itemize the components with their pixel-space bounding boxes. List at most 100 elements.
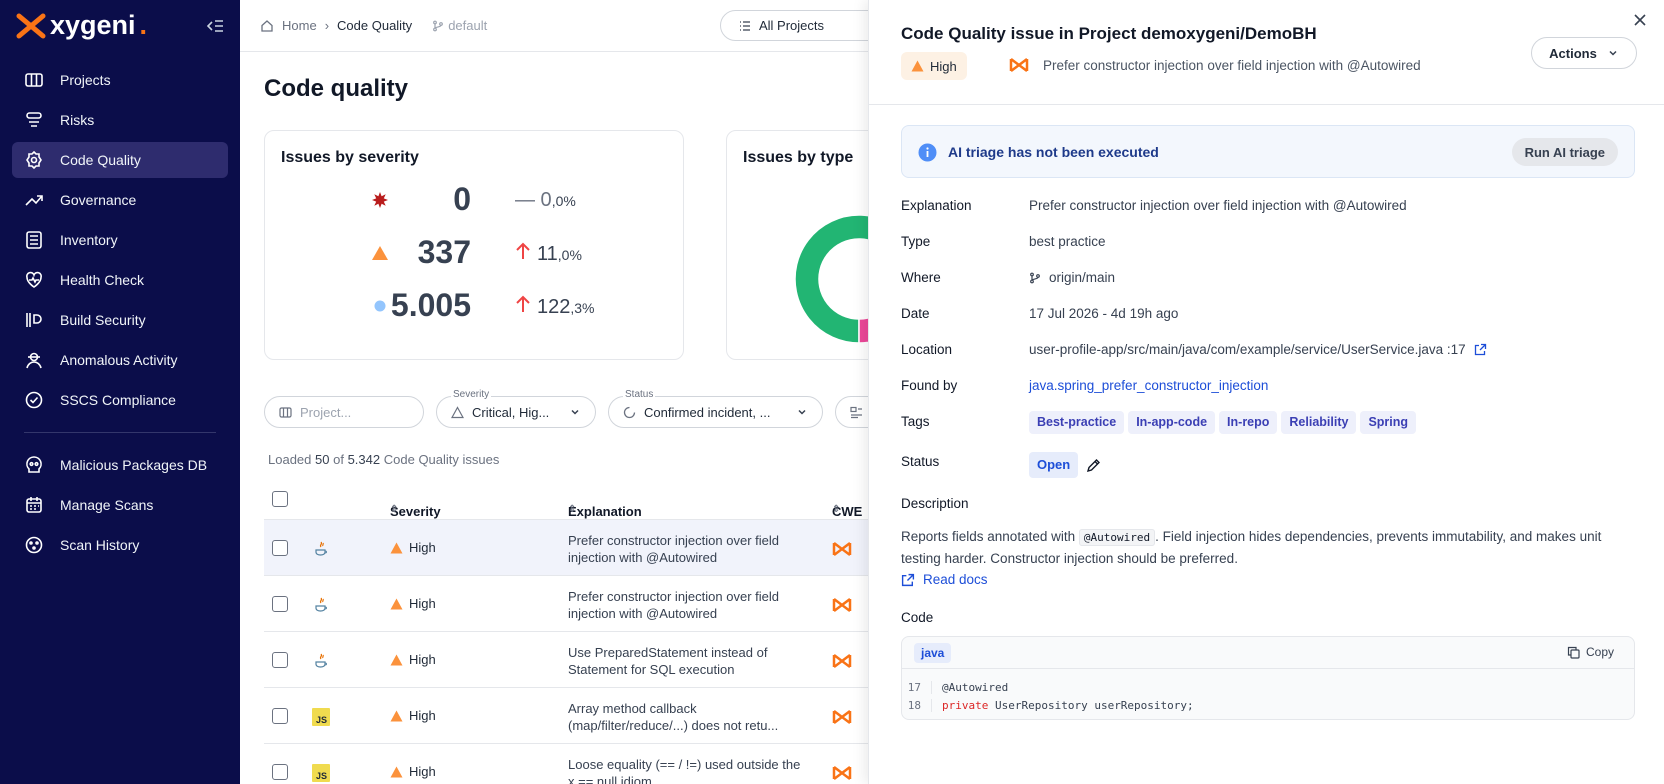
read-docs-link[interactable]: Read docs bbox=[901, 572, 988, 587]
severity-trend: — 0,0% bbox=[515, 189, 576, 212]
found-by-text: java.spring_prefer_constructor_injection bbox=[1029, 378, 1269, 393]
location-label: Location bbox=[901, 342, 953, 357]
collapse-sidebar-icon[interactable] bbox=[205, 16, 225, 36]
table-row[interactable]: High Prefer constructor injection over fi… bbox=[264, 576, 868, 632]
code-snippet: java Copy 17 @Autowired 18 private UserRep… bbox=[901, 636, 1635, 720]
sidebar-item-risks[interactable]: Risks bbox=[12, 102, 228, 138]
brand-dot: . bbox=[139, 10, 148, 40]
calendar-icon bbox=[26, 497, 42, 513]
sidebar-item-label: Build Security bbox=[60, 312, 146, 328]
more-filters-button[interactable] bbox=[835, 396, 868, 428]
trend-decimal: ,0% bbox=[551, 193, 576, 209]
severity-text: High bbox=[409, 764, 436, 779]
status-filter-select[interactable]: Status Confirmed incident, ... bbox=[608, 389, 823, 428]
skull-icon bbox=[26, 456, 42, 473]
tag[interactable]: In-app-code bbox=[1128, 411, 1216, 434]
panel-subtitle: Prefer constructor injection over field … bbox=[1009, 57, 1421, 73]
edit-pencil-icon[interactable] bbox=[1086, 458, 1101, 473]
high-severity-icon bbox=[911, 60, 924, 72]
donut-slice[interactable] bbox=[794, 214, 868, 344]
tags-label: Tags bbox=[901, 414, 930, 429]
sidebar-item-governance[interactable]: Governance bbox=[12, 182, 228, 218]
row-checkbox[interactable] bbox=[272, 708, 288, 724]
sidebar-item-code-quality[interactable]: Code Quality bbox=[12, 142, 228, 178]
svg-text:JS: JS bbox=[316, 771, 327, 781]
loaded-prefix: Loaded bbox=[268, 452, 312, 467]
filter-icon bbox=[850, 406, 862, 418]
sidebar-item-health-check[interactable]: Health Check bbox=[12, 262, 228, 298]
critical-severity-icon bbox=[372, 192, 388, 208]
brand-logo[interactable]: xygeni. bbox=[16, 10, 147, 41]
high-severity-icon bbox=[390, 598, 403, 609]
trend-value: 11 bbox=[537, 243, 558, 265]
actions-button[interactable]: Actions bbox=[1531, 37, 1637, 69]
table-row[interactable]: High Use PreparedStatement instead of Sta… bbox=[264, 632, 868, 688]
row-checkbox[interactable] bbox=[272, 540, 288, 556]
sidebar-item-build-security[interactable]: Build Security bbox=[12, 302, 228, 338]
xygeni-detector-icon bbox=[832, 654, 852, 668]
row-checkbox[interactable] bbox=[272, 596, 288, 612]
row-checkbox[interactable] bbox=[272, 652, 288, 668]
copy-button[interactable]: Copy bbox=[1567, 645, 1614, 659]
sidebar-item-label: Projects bbox=[60, 72, 111, 88]
trend-up-icon bbox=[25, 195, 43, 206]
xygeni-detector-icon bbox=[832, 542, 852, 556]
ai-triage-message: AI triage has not been executed bbox=[948, 144, 1159, 160]
severity-cell: High bbox=[390, 708, 436, 723]
read-docs-label: Read docs bbox=[923, 572, 988, 587]
severity-filter-select[interactable]: Severity Critical, Hig... bbox=[436, 389, 596, 428]
check-circle-icon bbox=[25, 391, 43, 409]
select-all-checkbox[interactable] bbox=[272, 491, 288, 507]
project-filter-input[interactable]: Project... bbox=[264, 396, 424, 428]
tags-list: Best-practice In-app-code In-repo Reliab… bbox=[1029, 411, 1420, 434]
build-icon bbox=[26, 313, 42, 327]
javascript-icon: JS bbox=[312, 708, 330, 726]
severity-cell: High bbox=[390, 540, 436, 555]
tag[interactable]: Reliability bbox=[1281, 411, 1357, 434]
sidebar-item-sscs-compliance[interactable]: SSCS Compliance bbox=[12, 382, 228, 418]
sidebar-item-manage-scans[interactable]: Manage Scans bbox=[12, 487, 228, 523]
tag[interactable]: Best-practice bbox=[1029, 411, 1125, 434]
table-row[interactable]: High Prefer constructor injection over fi… bbox=[264, 520, 868, 576]
severity-text: High bbox=[409, 540, 436, 555]
sidebar-item-malicious-packages-db[interactable]: Malicious Packages DB bbox=[12, 447, 228, 483]
table-row[interactable]: JS High Loose equality (== / !=) used outs… bbox=[264, 744, 868, 784]
panel-divider bbox=[869, 104, 1664, 105]
loaded-of: of bbox=[333, 452, 344, 467]
issues-by-type-card: Issues by type bbox=[726, 130, 868, 360]
trend-value: 122 bbox=[537, 296, 571, 318]
svg-text:JS: JS bbox=[316, 715, 327, 725]
run-ai-triage-button[interactable]: Run AI triage bbox=[1511, 138, 1618, 166]
tag[interactable]: In-repo bbox=[1219, 411, 1278, 434]
arrow-up-icon bbox=[516, 242, 530, 259]
severity-row-critical: 0 — 0,0% bbox=[265, 181, 685, 221]
severity-row-low: 5.005 122,3% bbox=[265, 287, 685, 327]
donut-slice[interactable] bbox=[858, 314, 868, 344]
external-link-icon[interactable] bbox=[1474, 343, 1487, 356]
high-severity-icon bbox=[390, 766, 403, 777]
type-label: Type bbox=[901, 234, 931, 249]
sidebar-item-inventory[interactable]: Inventory bbox=[12, 222, 228, 258]
project-filter-placeholder: Project... bbox=[300, 404, 352, 420]
status-label: Status bbox=[901, 454, 940, 469]
explanation-label: Explanation bbox=[901, 198, 972, 213]
code-line: 17 @Autowired bbox=[902, 681, 1008, 694]
close-icon[interactable] bbox=[1632, 12, 1648, 28]
status-badge: Open bbox=[1029, 452, 1079, 478]
row-checkbox[interactable] bbox=[272, 764, 288, 780]
branch-indicator[interactable]: default bbox=[432, 18, 487, 33]
project-selector[interactable]: All Projects bbox=[720, 10, 868, 41]
code-language: java bbox=[914, 643, 952, 663]
breadcrumb-home[interactable]: Home bbox=[282, 18, 317, 33]
severity-filter-label: Severity bbox=[451, 389, 492, 400]
chevron-down-icon bbox=[571, 409, 579, 415]
java-icon bbox=[315, 653, 327, 668]
sidebar-item-scan-history[interactable]: Scan History bbox=[12, 527, 228, 563]
tag[interactable]: Spring bbox=[1360, 411, 1417, 434]
sidebar-item-label: Code Quality bbox=[60, 152, 141, 168]
sidebar-item-anomalous-activity[interactable]: Anomalous Activity bbox=[12, 342, 228, 378]
table-row[interactable]: JS High Array method callback (map/filter/… bbox=[264, 688, 868, 744]
sidebar-item-projects[interactable]: Projects bbox=[12, 62, 228, 98]
found-by-link[interactable]: java.spring_prefer_constructor_injection bbox=[1029, 378, 1268, 393]
sidebar-nav: Projects Risks Code Quality Governance I… bbox=[12, 62, 228, 567]
